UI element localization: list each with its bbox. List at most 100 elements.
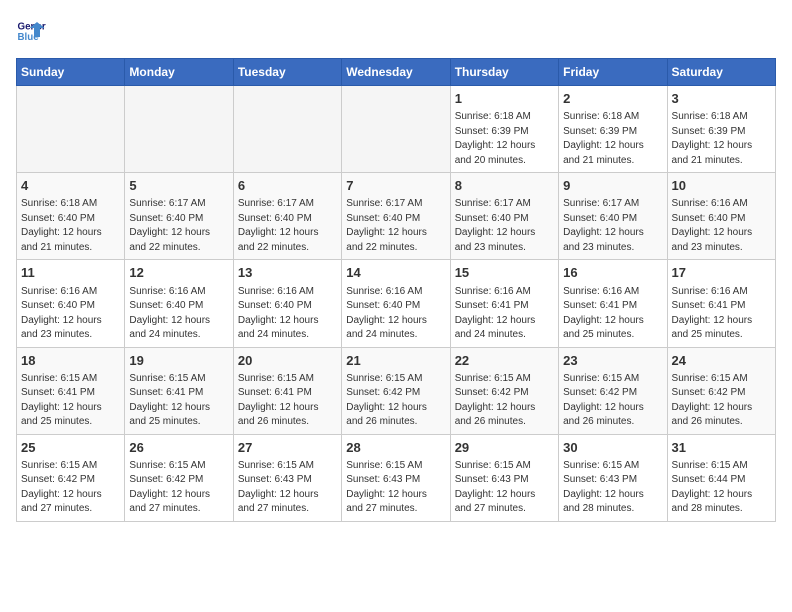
day-number: 22 [455, 352, 554, 370]
logo-icon: General Blue [16, 16, 46, 46]
calendar-cell: 31Sunrise: 6:15 AM Sunset: 6:44 PM Dayli… [667, 434, 775, 521]
day-number: 9 [563, 177, 662, 195]
calendar-cell: 23 Sunrise: 6:15 AM Sunset: 6:42 PM Dayli… [559, 347, 667, 434]
day-info: Sunrise: 6:18 AM Sunset: 6:39 PM Dayligh… [563, 110, 662, 168]
calendar-cell [17, 86, 125, 173]
day-number: 15 [455, 264, 554, 282]
day-info: Sunrise: 6:17 AM Sunset: 6:40 PM Dayligh… [455, 197, 554, 255]
day-number: 16 [563, 264, 662, 282]
day-info: Sunrise: 6:15 AM Sunset: 6:41 PM Dayligh… [238, 372, 337, 430]
day-number: 20 [238, 352, 337, 370]
day-info: Sunrise: 6:16 AM Sunset: 6:40 PM Dayligh… [672, 197, 771, 255]
calendar-week-row: 11 Sunrise: 6:16 AM Sunset: 6:40 PM Dayli… [17, 260, 776, 347]
calendar-cell: 18 Sunrise: 6:15 AM Sunset: 6:41 PM Dayli… [17, 347, 125, 434]
calendar-cell: 9 Sunrise: 6:17 AM Sunset: 6:40 PM Daylig… [559, 173, 667, 260]
calendar-cell: 29 Sunrise: 6:15 AM Sunset: 6:43 PM Dayli… [450, 434, 558, 521]
calendar-cell: 12 Sunrise: 6:16 AM Sunset: 6:40 PM Dayli… [125, 260, 233, 347]
day-number: 1 [455, 90, 554, 108]
calendar-cell: 7 Sunrise: 6:17 AM Sunset: 6:40 PM Daylig… [342, 173, 450, 260]
day-number: 17 [672, 264, 771, 282]
calendar-week-row: 1 Sunrise: 6:18 AM Sunset: 6:39 PM Daylig… [17, 86, 776, 173]
calendar-cell: 5Sunrise: 6:17 AM Sunset: 6:40 PM Daylig… [125, 173, 233, 260]
day-number: 26 [129, 439, 228, 457]
calendar-cell [233, 86, 341, 173]
day-info: Sunrise: 6:16 AM Sunset: 6:41 PM Dayligh… [563, 285, 662, 343]
calendar-cell: 6Sunrise: 6:17 AM Sunset: 6:40 PM Daylig… [233, 173, 341, 260]
calendar-cell: 24 Sunrise: 6:15 AM Sunset: 6:42 PM Dayli… [667, 347, 775, 434]
day-info: Sunrise: 6:15 AM Sunset: 6:41 PM Dayligh… [129, 372, 228, 430]
day-info: Sunrise: 6:17 AM Sunset: 6:40 PM Dayligh… [563, 197, 662, 255]
calendar-cell: 11 Sunrise: 6:16 AM Sunset: 6:40 PM Dayli… [17, 260, 125, 347]
calendar-week-row: 4 Sunrise: 6:18 AM Sunset: 6:40 PM Daylig… [17, 173, 776, 260]
day-number: 12 [129, 264, 228, 282]
day-info: Sunrise: 6:16 AM Sunset: 6:41 PM Dayligh… [672, 285, 771, 343]
day-number: 25 [21, 439, 120, 457]
day-info: Sunrise: 6:16 AM Sunset: 6:40 PM Dayligh… [21, 285, 120, 343]
day-number: 4 [21, 177, 120, 195]
calendar-cell: 25 Sunrise: 6:15 AM Sunset: 6:42 PM Dayli… [17, 434, 125, 521]
day-info: Sunrise: 6:15 AM Sunset: 6:43 PM Dayligh… [455, 459, 554, 517]
day-info: Sunrise: 6:18 AM Sunset: 6:39 PM Dayligh… [672, 110, 771, 168]
day-number: 18 [21, 352, 120, 370]
day-info: Sunrise: 6:15 AM Sunset: 6:42 PM Dayligh… [346, 372, 445, 430]
calendar-cell: 15 Sunrise: 6:16 AM Sunset: 6:41 PM Dayli… [450, 260, 558, 347]
day-number: 24 [672, 352, 771, 370]
calendar-cell: 3 Sunrise: 6:18 AM Sunset: 6:39 PM Daylig… [667, 86, 775, 173]
calendar-cell: 4 Sunrise: 6:18 AM Sunset: 6:40 PM Daylig… [17, 173, 125, 260]
calendar-day-header: Thursday [450, 59, 558, 86]
day-info: Sunrise: 6:16 AM Sunset: 6:40 PM Dayligh… [346, 285, 445, 343]
calendar-cell: 2 Sunrise: 6:18 AM Sunset: 6:39 PM Daylig… [559, 86, 667, 173]
day-info: Sunrise: 6:15 AM Sunset: 6:43 PM Dayligh… [238, 459, 337, 517]
day-info: Sunrise: 6:18 AM Sunset: 6:40 PM Dayligh… [21, 197, 120, 255]
calendar-header-row: SundayMondayTuesdayWednesdayThursdayFrid… [17, 59, 776, 86]
day-number: 2 [563, 90, 662, 108]
calendar-cell: 19 Sunrise: 6:15 AM Sunset: 6:41 PM Dayli… [125, 347, 233, 434]
day-info: Sunrise: 6:18 AM Sunset: 6:39 PM Dayligh… [455, 110, 554, 168]
day-number: 21 [346, 352, 445, 370]
calendar-week-row: 18 Sunrise: 6:15 AM Sunset: 6:41 PM Dayli… [17, 347, 776, 434]
day-number: 6 [238, 177, 337, 195]
calendar-cell: 14 Sunrise: 6:16 AM Sunset: 6:40 PM Dayli… [342, 260, 450, 347]
day-info: Sunrise: 6:17 AM Sunset: 6:40 PM Dayligh… [129, 197, 228, 255]
day-info: Sunrise: 6:15 AM Sunset: 6:42 PM Dayligh… [129, 459, 228, 517]
calendar-day-header: Sunday [17, 59, 125, 86]
day-number: 28 [346, 439, 445, 457]
day-number: 30 [563, 439, 662, 457]
calendar-cell: 22Sunrise: 6:15 AM Sunset: 6:42 PM Dayli… [450, 347, 558, 434]
day-number: 19 [129, 352, 228, 370]
calendar-day-header: Friday [559, 59, 667, 86]
day-info: Sunrise: 6:15 AM Sunset: 6:42 PM Dayligh… [563, 372, 662, 430]
day-number: 3 [672, 90, 771, 108]
calendar-cell [342, 86, 450, 173]
day-info: Sunrise: 6:15 AM Sunset: 6:43 PM Dayligh… [346, 459, 445, 517]
day-info: Sunrise: 6:15 AM Sunset: 6:44 PM Dayligh… [672, 459, 771, 517]
calendar-day-header: Saturday [667, 59, 775, 86]
calendar-cell: 26 Sunrise: 6:15 AM Sunset: 6:42 PM Dayli… [125, 434, 233, 521]
day-number: 7 [346, 177, 445, 195]
calendar-cell: 1 Sunrise: 6:18 AM Sunset: 6:39 PM Daylig… [450, 86, 558, 173]
calendar-cell: 30 Sunrise: 6:15 AM Sunset: 6:43 PM Dayli… [559, 434, 667, 521]
day-info: Sunrise: 6:15 AM Sunset: 6:42 PM Dayligh… [21, 459, 120, 517]
day-number: 10 [672, 177, 771, 195]
calendar-day-header: Wednesday [342, 59, 450, 86]
calendar-cell: 28 Sunrise: 6:15 AM Sunset: 6:43 PM Dayli… [342, 434, 450, 521]
calendar-cell: 13Sunrise: 6:16 AM Sunset: 6:40 PM Dayli… [233, 260, 341, 347]
day-info: Sunrise: 6:17 AM Sunset: 6:40 PM Dayligh… [346, 197, 445, 255]
day-info: Sunrise: 6:15 AM Sunset: 6:41 PM Dayligh… [21, 372, 120, 430]
calendar-day-header: Tuesday [233, 59, 341, 86]
day-number: 11 [21, 264, 120, 282]
day-info: Sunrise: 6:16 AM Sunset: 6:41 PM Dayligh… [455, 285, 554, 343]
day-info: Sunrise: 6:15 AM Sunset: 6:43 PM Dayligh… [563, 459, 662, 517]
day-number: 14 [346, 264, 445, 282]
day-number: 13 [238, 264, 337, 282]
calendar-cell: 8Sunrise: 6:17 AM Sunset: 6:40 PM Daylig… [450, 173, 558, 260]
day-number: 23 [563, 352, 662, 370]
day-number: 29 [455, 439, 554, 457]
day-number: 27 [238, 439, 337, 457]
calendar-cell: 17 Sunrise: 6:16 AM Sunset: 6:41 PM Dayli… [667, 260, 775, 347]
calendar-cell: 20 Sunrise: 6:15 AM Sunset: 6:41 PM Dayli… [233, 347, 341, 434]
calendar-table: SundayMondayTuesdayWednesdayThursdayFrid… [16, 58, 776, 522]
day-info: Sunrise: 6:16 AM Sunset: 6:40 PM Dayligh… [129, 285, 228, 343]
day-info: Sunrise: 6:15 AM Sunset: 6:42 PM Dayligh… [672, 372, 771, 430]
calendar-cell: 21 Sunrise: 6:15 AM Sunset: 6:42 PM Dayli… [342, 347, 450, 434]
